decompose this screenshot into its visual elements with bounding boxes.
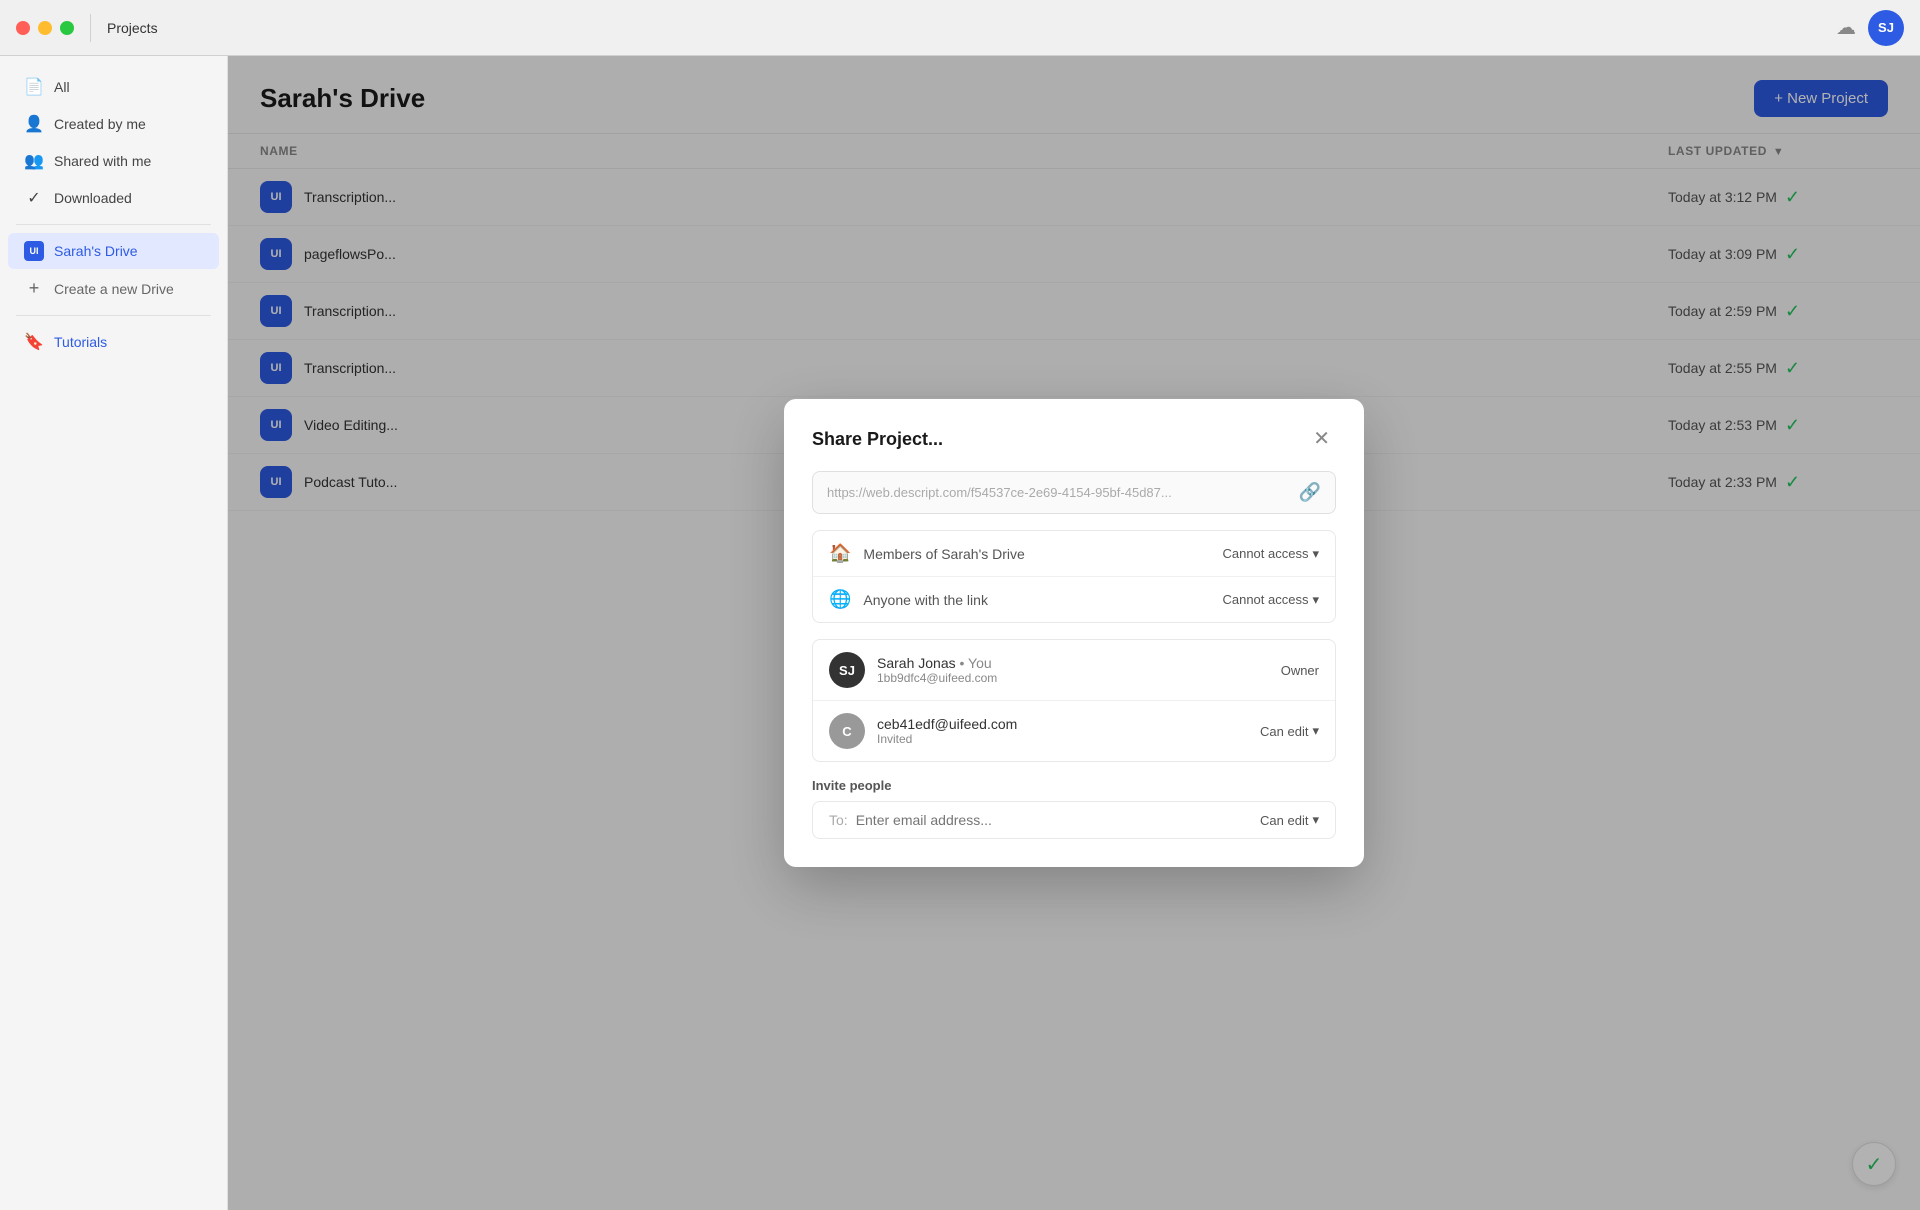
downloaded-icon: ✓ <box>24 188 44 208</box>
sidebar-item-all-label: All <box>54 79 70 95</box>
ceb41-sub-label: Invited <box>877 732 1248 746</box>
anyone-access-select[interactable]: Cannot access ▾ <box>1222 592 1319 608</box>
invite-to-label: To: <box>829 812 848 828</box>
sarah-role: Owner <box>1281 663 1319 678</box>
invite-section: Invite people To: Can edit ▾ <box>812 778 1336 839</box>
sidebar-item-create-drive-label: Create a new Drive <box>54 281 174 297</box>
member-row-sarah: SJ Sarah Jonas • You 1bb9dfc4@uifeed.com… <box>813 640 1335 700</box>
sidebar-divider <box>16 224 211 225</box>
members-drive-label: Members of Sarah's Drive <box>863 546 1210 562</box>
close-dialog-button[interactable]: ✕ <box>1307 427 1336 451</box>
chevron-down-icon-4: ▾ <box>1312 812 1319 828</box>
share-dialog: Share Project... ✕ https://web.descript.… <box>784 399 1364 867</box>
minimize-traffic-light[interactable] <box>38 21 52 35</box>
invite-can-edit-label: Can edit <box>1260 813 1308 828</box>
ceb41-avatar: C <box>829 713 865 749</box>
sidebar-item-sarahs-drive-label: Sarah's Drive <box>54 243 138 259</box>
titlebar-divider <box>90 14 91 42</box>
sidebar-item-downloaded[interactable]: ✓ Downloaded <box>8 180 219 216</box>
sarah-avatar: SJ <box>829 652 865 688</box>
avatar[interactable]: SJ <box>1868 10 1904 46</box>
chevron-down-icon: ▾ <box>1312 546 1319 562</box>
ceb41-info: ceb41edf@uifeed.com Invited <box>877 716 1248 746</box>
main-content: Sarah's Drive + New Project NAME LAST UP… <box>228 56 1920 1210</box>
invite-label: Invite people <box>812 778 1336 793</box>
sidebar-item-all[interactable]: 📄 All <box>8 69 219 105</box>
sidebar: 📄 All 👤 Created by me 👥 Shared with me ✓… <box>0 56 228 1210</box>
link-row: https://web.descript.com/f54537ce-2e69-4… <box>812 471 1336 514</box>
shared-with-me-icon: 👥 <box>24 151 44 171</box>
create-drive-icon: + <box>24 278 44 299</box>
dialog-header: Share Project... ✕ <box>812 427 1336 451</box>
sidebar-divider-2 <box>16 315 211 316</box>
members-access-select[interactable]: Cannot access ▾ <box>1222 546 1319 562</box>
sarah-email: 1bb9dfc4@uifeed.com <box>877 671 1269 685</box>
chevron-down-icon-2: ▾ <box>1312 592 1319 608</box>
ceb41-role-value: Can edit <box>1260 724 1308 739</box>
sidebar-item-created-by-me-label: Created by me <box>54 116 146 132</box>
sarah-name: Sarah Jonas • You <box>877 655 1269 671</box>
sidebar-item-tutorials-label: Tutorials <box>54 334 107 350</box>
ceb41-email-display: ceb41edf@uifeed.com <box>877 716 1248 732</box>
sarah-name-suffix: • You <box>960 655 992 671</box>
titlebar-title: Projects <box>107 20 158 36</box>
titlebar-right: ☁ SJ <box>1836 10 1904 46</box>
sarahs-drive-icon: UI <box>24 241 44 261</box>
invite-box: To: Can edit ▾ <box>812 801 1336 839</box>
sidebar-item-created-by-me[interactable]: 👤 Created by me <box>8 106 219 142</box>
created-by-me-icon: 👤 <box>24 114 44 134</box>
chevron-down-icon-3: ▾ <box>1312 723 1319 739</box>
house-icon: 🏠 <box>829 543 851 564</box>
app-body: 📄 All 👤 Created by me 👥 Shared with me ✓… <box>0 56 1920 1210</box>
all-icon: 📄 <box>24 77 44 97</box>
overlay[interactable]: Share Project... ✕ https://web.descript.… <box>228 56 1920 1210</box>
close-traffic-light[interactable] <box>16 21 30 35</box>
traffic-lights <box>16 21 74 35</box>
access-row-anyone: 🌐 Anyone with the link Cannot access ▾ <box>813 576 1335 622</box>
members-section: SJ Sarah Jonas • You 1bb9dfc4@uifeed.com… <box>812 639 1336 762</box>
titlebar: Projects ☁ SJ <box>0 0 1920 56</box>
sidebar-item-shared-with-me[interactable]: 👥 Shared with me <box>8 143 219 179</box>
access-section: 🏠 Members of Sarah's Drive Cannot access… <box>812 530 1336 623</box>
ceb41-role-select[interactable]: Can edit ▾ <box>1260 723 1319 739</box>
members-access-value: Cannot access <box>1222 546 1308 561</box>
anyone-access-value: Cannot access <box>1222 592 1308 607</box>
dialog-title: Share Project... <box>812 429 943 450</box>
share-link-url: https://web.descript.com/f54537ce-2e69-4… <box>827 485 1291 500</box>
tutorials-icon: 🔖 <box>24 332 44 352</box>
globe-icon: 🌐 <box>829 589 851 610</box>
sidebar-item-sarahs-drive[interactable]: UI Sarah's Drive <box>8 233 219 269</box>
maximize-traffic-light[interactable] <box>60 21 74 35</box>
access-row-members: 🏠 Members of Sarah's Drive Cannot access… <box>813 531 1335 576</box>
invite-email-input[interactable] <box>856 812 1260 828</box>
sidebar-item-shared-with-me-label: Shared with me <box>54 153 151 169</box>
sidebar-item-tutorials[interactable]: 🔖 Tutorials <box>8 324 219 360</box>
copy-link-icon[interactable]: 🔗 <box>1299 482 1321 503</box>
cloud-icon[interactable]: ☁ <box>1836 15 1856 40</box>
invite-can-edit-select[interactable]: Can edit ▾ <box>1260 812 1319 828</box>
sarah-info: Sarah Jonas • You 1bb9dfc4@uifeed.com <box>877 655 1269 685</box>
member-row-ceb41: C ceb41edf@uifeed.com Invited Can edit ▾ <box>813 700 1335 761</box>
sidebar-item-create-drive[interactable]: + Create a new Drive <box>8 270 219 307</box>
anyone-link-label: Anyone with the link <box>863 592 1210 608</box>
sidebar-item-downloaded-label: Downloaded <box>54 190 132 206</box>
